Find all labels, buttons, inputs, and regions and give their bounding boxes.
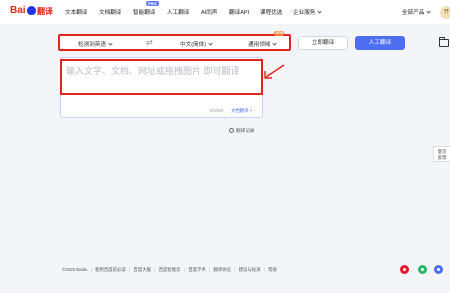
footer-link[interactable]: 使用百度前必读 [95,267,126,272]
avatar[interactable]: 开 [440,6,450,19]
copyright: ©2025 Baidu [62,267,88,272]
source-language-label: 检测到英语 [78,42,106,48]
input-highlight-box [60,59,263,95]
domain-label: 通用领域 [248,42,271,48]
footer-link[interactable]: 百度学术 [188,267,206,272]
nav-item-smart-translate[interactable]: 智能翻译 [133,8,155,16]
chevron-down-icon [426,9,432,14]
baidu-fanyi-logo[interactable]: Bai 翻译 [10,4,58,20]
folder-icon[interactable] [439,37,449,47]
new-badge: NEW [274,31,285,36]
divider: | [183,267,185,272]
nav-item-courses[interactable]: 课程优选 [260,8,282,16]
chevron-down-icon [208,41,213,46]
divider: | [209,267,211,272]
divider: | [90,267,92,272]
target-language-label: 中文(简体) [180,42,207,48]
chat-icon[interactable] [434,265,443,274]
chevron-down-icon [272,41,278,46]
footer: ©2025 Baidu | 使用百度前必读 | 百度大脑 | 百度智能云 | 百… [62,267,277,273]
translation-history-button[interactable]: 翻译记录 [229,128,254,134]
swap-icon[interactable]: ⇄ [146,39,153,47]
nav-item-enterprise-label: 企业服务 [293,10,316,16]
all-products-menu[interactable]: 全部产品 [402,8,432,16]
weibo-icon[interactable] [400,265,409,274]
footer-link[interactable]: 百度大脑 [133,267,151,272]
divider: | [234,267,236,272]
doc-translate-link[interactable]: 文档翻译 > [231,108,252,114]
chevron-down-icon [108,41,113,46]
history-icon [229,128,234,133]
logo-text: Bai [10,5,26,16]
nav-item-api[interactable]: 翻译API [229,8,249,16]
feedback-line-2: 反馈 [437,154,447,160]
wechat-icon[interactable] [418,265,427,274]
divider: | [129,267,131,272]
annotation-arrow-icon [264,64,285,79]
feedback-tab[interactable]: 意见 反馈 [433,146,450,162]
footer-link[interactable]: 百度智能云 [159,267,181,272]
divider: | [263,267,265,272]
human-translate-button[interactable]: 人工翻译 [355,36,405,50]
nav-item-ai-simultaneous[interactable]: AI同声 [201,8,217,16]
nav-item-doc-translate[interactable]: 文档翻译 [99,8,121,16]
pro-badge: PRO [146,1,159,6]
char-count: 0/1000 [210,108,224,113]
source-language-select[interactable]: 检测到英语 [78,40,113,48]
footer-link[interactable]: 翻译协议 [213,267,231,272]
language-selector-bar: 检测到英语 ⇄ 中文(简体) 通用领域 [58,34,291,51]
footer-link[interactable]: 帮助 [268,267,277,272]
divider: | [154,267,156,272]
top-nav: Bai 翻译 文本翻译 文档翻译 智能翻译 PRO 人工翻译 AI同声 翻译AP… [0,0,450,24]
nav-item-enterprise[interactable]: 企业服务 [293,8,323,16]
all-products-label: 全部产品 [402,10,425,16]
paw-icon [27,6,36,15]
nav-item-human-translate[interactable]: 人工翻译 [167,8,189,16]
logo-suffix: 翻译 [37,7,53,16]
chevron-down-icon [317,9,323,14]
history-label: 翻译记录 [236,128,255,133]
footer-link[interactable]: 建议与投诉 [239,267,261,272]
nav-item-text-translate[interactable]: 文本翻译 [65,8,87,16]
instant-translate-button[interactable]: 立即翻译 [298,36,348,50]
target-language-select[interactable]: 中文(简体) [180,40,213,48]
domain-select[interactable]: 通用领域 [248,40,278,48]
